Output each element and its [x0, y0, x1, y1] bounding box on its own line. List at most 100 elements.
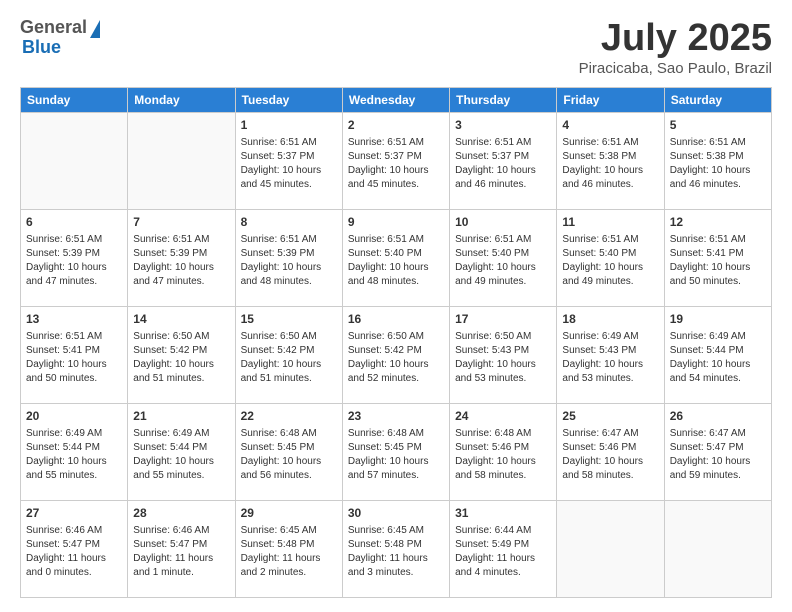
daylight-text: Daylight: 10 hours and 55 minutes. — [26, 455, 122, 483]
sunrise-text: Sunrise: 6:51 AM — [26, 233, 122, 247]
daylight-text: Daylight: 10 hours and 46 minutes. — [455, 164, 551, 192]
day-number: 13 — [26, 311, 122, 328]
sunrise-text: Sunrise: 6:51 AM — [348, 233, 444, 247]
sunset-text: Sunset: 5:39 PM — [133, 247, 229, 261]
header: General Blue July 2025 Piracicaba, Sao P… — [20, 18, 772, 77]
sunrise-text: Sunrise: 6:50 AM — [241, 330, 337, 344]
day-number: 26 — [670, 408, 766, 425]
daylight-text: Daylight: 11 hours and 1 minute. — [133, 552, 229, 580]
sunset-text: Sunset: 5:41 PM — [26, 344, 122, 358]
day-number: 31 — [455, 505, 551, 522]
table-row: 28Sunrise: 6:46 AMSunset: 5:47 PMDayligh… — [128, 500, 235, 597]
table-row: 24Sunrise: 6:48 AMSunset: 5:46 PMDayligh… — [450, 403, 557, 500]
day-number: 25 — [562, 408, 658, 425]
page: General Blue July 2025 Piracicaba, Sao P… — [0, 0, 792, 612]
sunrise-text: Sunrise: 6:51 AM — [455, 136, 551, 150]
sunrise-text: Sunrise: 6:51 AM — [26, 330, 122, 344]
sunrise-text: Sunrise: 6:45 AM — [241, 524, 337, 538]
sunrise-text: Sunrise: 6:46 AM — [133, 524, 229, 538]
daylight-text: Daylight: 10 hours and 52 minutes. — [348, 358, 444, 386]
day-number: 19 — [670, 311, 766, 328]
sunset-text: Sunset: 5:37 PM — [241, 150, 337, 164]
sunset-text: Sunset: 5:42 PM — [348, 344, 444, 358]
day-number: 3 — [455, 117, 551, 134]
daylight-text: Daylight: 10 hours and 54 minutes. — [670, 358, 766, 386]
day-number: 10 — [455, 214, 551, 231]
daylight-text: Daylight: 10 hours and 53 minutes. — [455, 358, 551, 386]
day-number: 7 — [133, 214, 229, 231]
sunset-text: Sunset: 5:49 PM — [455, 538, 551, 552]
day-number: 15 — [241, 311, 337, 328]
table-row: 27Sunrise: 6:46 AMSunset: 5:47 PMDayligh… — [21, 500, 128, 597]
daylight-text: Daylight: 10 hours and 49 minutes. — [455, 261, 551, 289]
sunset-text: Sunset: 5:39 PM — [26, 247, 122, 261]
sunset-text: Sunset: 5:40 PM — [455, 247, 551, 261]
day-number: 12 — [670, 214, 766, 231]
table-row: 7Sunrise: 6:51 AMSunset: 5:39 PMDaylight… — [128, 209, 235, 306]
sunrise-text: Sunrise: 6:51 AM — [670, 233, 766, 247]
sunrise-text: Sunrise: 6:44 AM — [455, 524, 551, 538]
col-wednesday: Wednesday — [342, 87, 449, 112]
sunset-text: Sunset: 5:48 PM — [241, 538, 337, 552]
daylight-text: Daylight: 11 hours and 2 minutes. — [241, 552, 337, 580]
logo-general-text: General — [20, 18, 87, 38]
calendar-title: July 2025 — [579, 18, 772, 60]
table-row — [128, 112, 235, 209]
daylight-text: Daylight: 11 hours and 0 minutes. — [26, 552, 122, 580]
table-row: 20 Sunrise: 6:49 AMSunset: 5:44 PMDayligh… — [21, 403, 128, 500]
daylight-text: Daylight: 10 hours and 46 minutes. — [562, 164, 658, 192]
day-number: 18 — [562, 311, 658, 328]
sunrise-text: Sunrise: 6:51 AM — [562, 233, 658, 247]
day-number: 30 — [348, 505, 444, 522]
table-row: 19Sunrise: 6:49 AMSunset: 5:44 PMDayligh… — [664, 306, 771, 403]
day-number: 27 — [26, 505, 122, 522]
sunrise-text: Sunrise: 6:50 AM — [133, 330, 229, 344]
daylight-text: Daylight: 10 hours and 51 minutes. — [133, 358, 229, 386]
day-number: 8 — [241, 214, 337, 231]
sunset-text: Sunset: 5:44 PM — [26, 441, 122, 455]
day-number: 20 — [26, 408, 122, 425]
sunset-text: Sunset: 5:37 PM — [348, 150, 444, 164]
daylight-text: Daylight: 10 hours and 59 minutes. — [670, 455, 766, 483]
table-row: 8Sunrise: 6:51 AMSunset: 5:39 PMDaylight… — [235, 209, 342, 306]
col-tuesday: Tuesday — [235, 87, 342, 112]
daylight-text: Daylight: 11 hours and 3 minutes. — [348, 552, 444, 580]
daylight-text: Daylight: 10 hours and 47 minutes. — [26, 261, 122, 289]
table-row: 29Sunrise: 6:45 AMSunset: 5:48 PMDayligh… — [235, 500, 342, 597]
daylight-text: Daylight: 10 hours and 45 minutes. — [241, 164, 337, 192]
sunrise-text: Sunrise: 6:49 AM — [133, 427, 229, 441]
sunset-text: Sunset: 5:46 PM — [455, 441, 551, 455]
sunrise-text: Sunrise: 6:49 AM — [26, 427, 122, 441]
sunrise-text: Sunrise: 6:49 AM — [670, 330, 766, 344]
sunset-text: Sunset: 5:45 PM — [348, 441, 444, 455]
col-friday: Friday — [557, 87, 664, 112]
sunrise-text: Sunrise: 6:45 AM — [348, 524, 444, 538]
sunset-text: Sunset: 5:38 PM — [670, 150, 766, 164]
table-row: 26Sunrise: 6:47 AMSunset: 5:47 PMDayligh… — [664, 403, 771, 500]
table-row: 2Sunrise: 6:51 AMSunset: 5:37 PMDaylight… — [342, 112, 449, 209]
daylight-text: Daylight: 10 hours and 49 minutes. — [562, 261, 658, 289]
col-monday: Monday — [128, 87, 235, 112]
day-number: 4 — [562, 117, 658, 134]
table-row — [664, 500, 771, 597]
daylight-text: Daylight: 10 hours and 48 minutes. — [348, 261, 444, 289]
table-row: 23Sunrise: 6:48 AMSunset: 5:45 PMDayligh… — [342, 403, 449, 500]
col-sunday: Sunday — [21, 87, 128, 112]
table-row: 21Sunrise: 6:49 AMSunset: 5:44 PMDayligh… — [128, 403, 235, 500]
day-number: 23 — [348, 408, 444, 425]
sunset-text: Sunset: 5:39 PM — [241, 247, 337, 261]
sunrise-text: Sunrise: 6:48 AM — [455, 427, 551, 441]
table-row: 5Sunrise: 6:51 AMSunset: 5:38 PMDaylight… — [664, 112, 771, 209]
daylight-text: Daylight: 10 hours and 58 minutes. — [562, 455, 658, 483]
sunrise-text: Sunrise: 6:50 AM — [455, 330, 551, 344]
daylight-text: Daylight: 10 hours and 57 minutes. — [348, 455, 444, 483]
table-row: 18Sunrise: 6:49 AMSunset: 5:43 PMDayligh… — [557, 306, 664, 403]
day-number: 28 — [133, 505, 229, 522]
table-row — [557, 500, 664, 597]
col-saturday: Saturday — [664, 87, 771, 112]
daylight-text: Daylight: 10 hours and 46 minutes. — [670, 164, 766, 192]
sunrise-text: Sunrise: 6:47 AM — [562, 427, 658, 441]
sunrise-text: Sunrise: 6:51 AM — [670, 136, 766, 150]
table-row: 17Sunrise: 6:50 AMSunset: 5:43 PMDayligh… — [450, 306, 557, 403]
sunrise-text: Sunrise: 6:46 AM — [26, 524, 122, 538]
